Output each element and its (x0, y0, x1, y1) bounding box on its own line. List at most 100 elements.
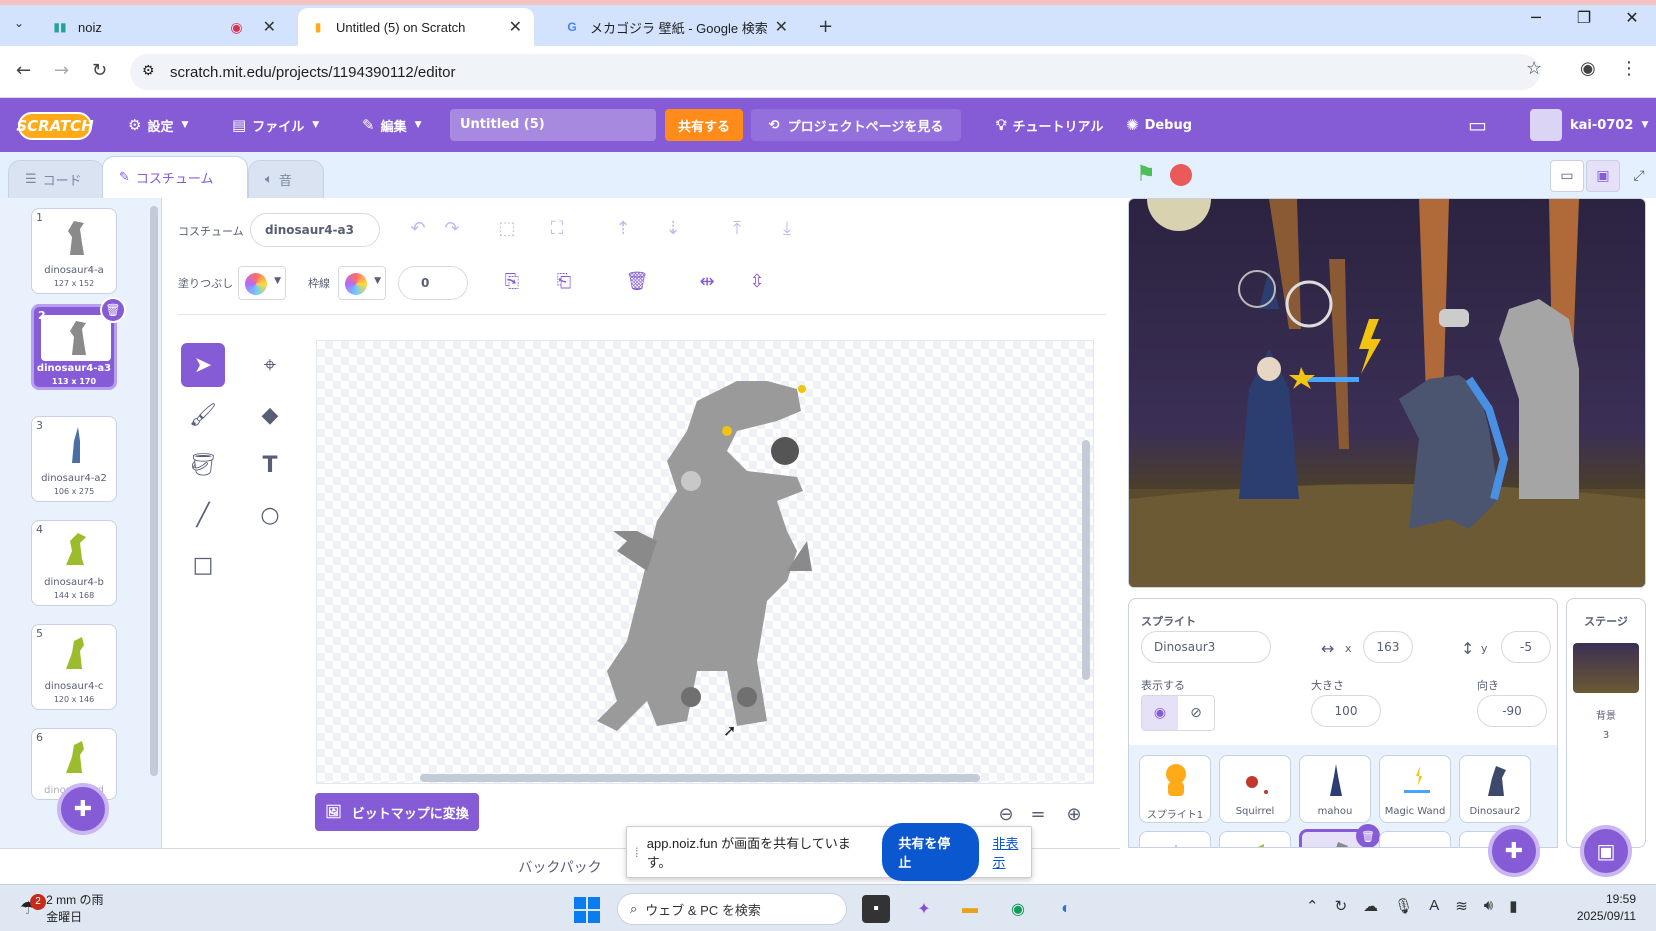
window-close-icon[interactable]: ✕ (1608, 8, 1656, 27)
reload-icon[interactable]: ↻ (92, 60, 107, 81)
add-backdrop-button[interactable]: ▣ (1580, 825, 1632, 877)
file-menu[interactable]: ▤ ファイル ▼ (232, 98, 319, 152)
paste-icon[interactable]: ⎗ (549, 271, 579, 292)
project-title-input[interactable]: Untitled (5) (450, 109, 656, 141)
small-stage-icon[interactable]: ▭ (1550, 160, 1584, 192)
costume-item[interactable]: 3 dinosaur4-a2 106 x 275 (31, 416, 117, 502)
site-info-icon[interactable]: ⚙ (142, 62, 155, 79)
chrome-icon[interactable]: ◉ (1004, 895, 1032, 923)
copy-icon[interactable]: ⎘ (497, 271, 527, 292)
x-input[interactable]: 163 (1363, 631, 1413, 663)
canvas-horizontal-scrollbar[interactable] (420, 774, 980, 782)
sprite-tile[interactable]: Squirrel (1219, 755, 1291, 823)
cloud-icon[interactable]: ☁ (1363, 897, 1378, 915)
copilot-icon[interactable]: ✦ (910, 895, 938, 923)
convert-to-bitmap-button[interactable]: 🖼︎ ビットマップに変換 (315, 793, 479, 831)
profile-icon[interactable]: ◉ (1580, 58, 1596, 79)
account-menu[interactable]: kai-0702 ▼ (1530, 98, 1648, 152)
forward-layer-icon[interactable]: ⇡ (608, 218, 638, 239)
brush-tool[interactable]: 🖌︎ (181, 393, 225, 437)
costume-name-input[interactable]: dinosaur4-a3 (250, 213, 380, 247)
wifi-icon[interactable]: ≋ (1455, 897, 1468, 915)
browser-tab-noiz[interactable]: ▮▮ noiz ◉ ✕ (40, 8, 288, 46)
outline-color-swatch[interactable]: ▼ (338, 266, 386, 300)
debug-menu[interactable]: ✺ Debug (1126, 98, 1192, 152)
bookmark-star-icon[interactable]: ☆ (1526, 58, 1542, 79)
costume-item[interactable]: 1 dinosaur4-a 127 x 152 (31, 208, 117, 294)
stop-sharing-button[interactable]: 共有を停止 (882, 823, 979, 881)
share-button[interactable]: 共有する (665, 109, 743, 141)
stage-selector[interactable]: ステージ 背景 3 (1566, 598, 1646, 848)
browser-menu-icon[interactable]: ⋮ (1620, 58, 1638, 79)
line-tool[interactable]: ╱ (181, 493, 225, 537)
group-icon[interactable]: ⬚ (492, 218, 522, 239)
app-icon[interactable]: ◐ (1052, 895, 1080, 923)
task-view-icon[interactable]: ▪ (862, 895, 890, 923)
microphone-icon[interactable]: 🎙︎ (1394, 897, 1413, 915)
fill-tool[interactable]: 🪣︎ (181, 443, 225, 487)
back-layer-icon[interactable]: ⤓ (772, 218, 802, 239)
delete-costume-icon[interactable]: 🗑︎ (100, 297, 126, 323)
browser-tab-scratch[interactable]: ▮ Untitled (5) on Scratch ✕ (298, 8, 534, 46)
tab-costumes[interactable]: ✎ コスチューム (102, 156, 248, 198)
costume-item-selected[interactable]: 2 dinosaur4-a3 113 x 170 🗑︎ (31, 297, 126, 390)
tab-code[interactable]: ☰ コード (8, 160, 104, 198)
costume-list-scrollbar[interactable] (150, 206, 158, 776)
sprite-tile[interactable] (1139, 831, 1211, 847)
eraser-tool[interactable]: ◆ (248, 393, 292, 437)
ungroup-icon[interactable]: ⛶ (542, 218, 572, 239)
taskbar-search[interactable]: ⌕ ウェブ & PC を検索 (617, 893, 847, 925)
flip-vertical-icon[interactable]: ⇳ (742, 271, 772, 292)
circle-tool[interactable]: ○ (248, 493, 292, 537)
close-tab-icon[interactable]: ✕ (509, 17, 522, 37)
green-flag-icon[interactable]: ⚑ (1136, 162, 1156, 187)
redo-icon[interactable]: ↷ (437, 218, 467, 239)
sprite-tile[interactable]: Dinosaur2 (1459, 755, 1531, 823)
add-costume-button[interactable]: ✚ (57, 783, 109, 835)
drag-handle-icon[interactable]: ⁞ (627, 845, 647, 860)
windows-start-icon[interactable] (574, 897, 600, 923)
settings-menu[interactable]: ⚙ 設定 ▼ (128, 98, 188, 152)
sprite-tile[interactable]: Magic Wand (1379, 755, 1451, 823)
sprite-tile[interactable] (1219, 831, 1291, 847)
tab-sounds[interactable]: 🔈︎ 音 (248, 160, 324, 198)
hide-banner-link[interactable]: 非表示 (993, 833, 1031, 871)
size-input[interactable]: 100 (1311, 695, 1381, 727)
tutorials-menu[interactable]: 💡︎ チュートリアル (996, 98, 1103, 152)
new-tab-plus-icon[interactable]: + (818, 16, 833, 37)
close-tab-icon[interactable]: ✕ (775, 17, 788, 37)
ime-icon[interactable]: A (1429, 897, 1439, 915)
front-layer-icon[interactable]: ⤒ (722, 218, 752, 239)
zoom-in-icon[interactable]: ⊕ (1058, 798, 1090, 830)
outline-width-input[interactable]: 0 (398, 266, 468, 300)
minimize-icon[interactable]: ─ (1512, 8, 1560, 27)
flip-horizontal-icon[interactable]: ⇹ (692, 271, 722, 292)
scratch-logo[interactable]: SCRATCH (16, 112, 94, 140)
clock[interactable]: 19:59 2025/09/11 (1577, 891, 1636, 925)
backward-layer-icon[interactable]: ⇣ (658, 218, 688, 239)
my-stuff-folder-icon[interactable]: ▭ (1468, 98, 1487, 152)
sprite-tile[interactable]: mahou (1299, 755, 1371, 823)
stop-sign-icon[interactable] (1170, 164, 1192, 186)
rectangle-tool[interactable]: □ (181, 543, 225, 587)
canvas-vertical-scrollbar[interactable] (1082, 440, 1090, 680)
fullscreen-icon[interactable]: ⤢ (1622, 160, 1656, 192)
direction-input[interactable]: -90 (1477, 695, 1547, 727)
stage-canvas[interactable] (1128, 198, 1646, 588)
add-sprite-button[interactable]: ✚ (1488, 825, 1540, 877)
back-arrow-icon[interactable]: ← (16, 60, 31, 81)
fill-color-swatch[interactable]: ▼ (238, 266, 286, 300)
restore-icon[interactable]: ❐ (1560, 8, 1608, 27)
file-explorer-icon[interactable]: ▬ (956, 895, 984, 923)
costume-item[interactable]: 4 dinosaur4-b 144 x 168 (31, 520, 117, 606)
sprite-tile-selected[interactable]: 🗑︎ (1299, 824, 1380, 847)
sprite-name-input[interactable]: Dinosaur3 (1141, 631, 1271, 663)
eye-icon[interactable]: ◉ (1142, 696, 1178, 730)
undo-icon[interactable]: ↶ (403, 218, 433, 239)
battery-icon[interactable]: ▮ (1509, 897, 1517, 915)
url-field[interactable]: ⚙ scratch.mit.edu/projects/1194390112/ed… (130, 54, 1540, 90)
sprite-tile[interactable]: スプライト1 (1139, 755, 1211, 823)
y-input[interactable]: -5 (1501, 631, 1551, 663)
sync-icon[interactable]: ↻ (1335, 897, 1348, 915)
weather-widget[interactable]: ☂ 2 2 mm の雨 金曜日 (20, 891, 103, 925)
